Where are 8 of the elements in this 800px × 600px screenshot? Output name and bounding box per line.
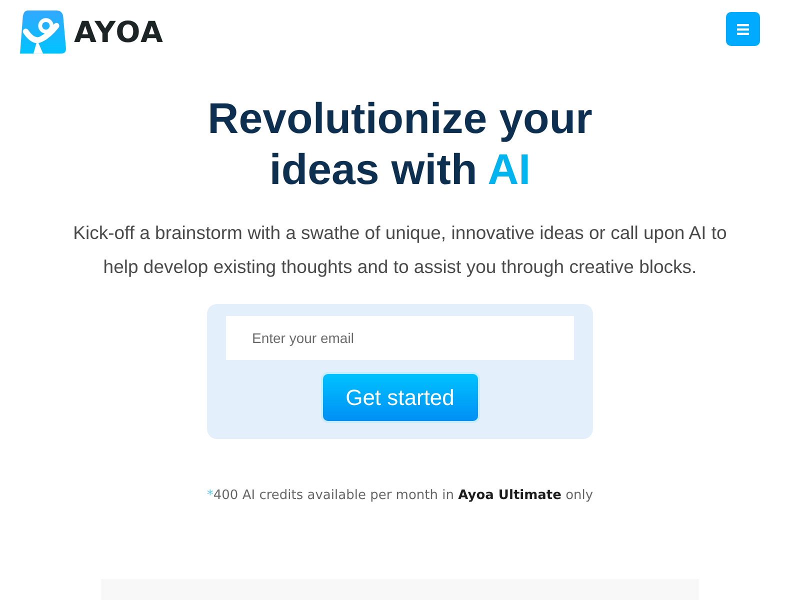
footnote: *400 AI credits available per month in Ayoa Ultimate only [206,488,594,503]
menu-button[interactable] [726,12,760,46]
menu-icon [737,24,749,34]
headline: Revolutionize your ideas with AI [206,94,594,196]
logo-icon [20,10,66,54]
logo[interactable]: AYOA [20,10,164,54]
subtitle: Kick-off a brainstorm with a swathe of unique, innovative ideas or call upon AI to help develop existing thoughts and to assist you through creative blocks. [72,221,728,279]
email-input-field[interactable]: Enter your email [226,316,574,360]
